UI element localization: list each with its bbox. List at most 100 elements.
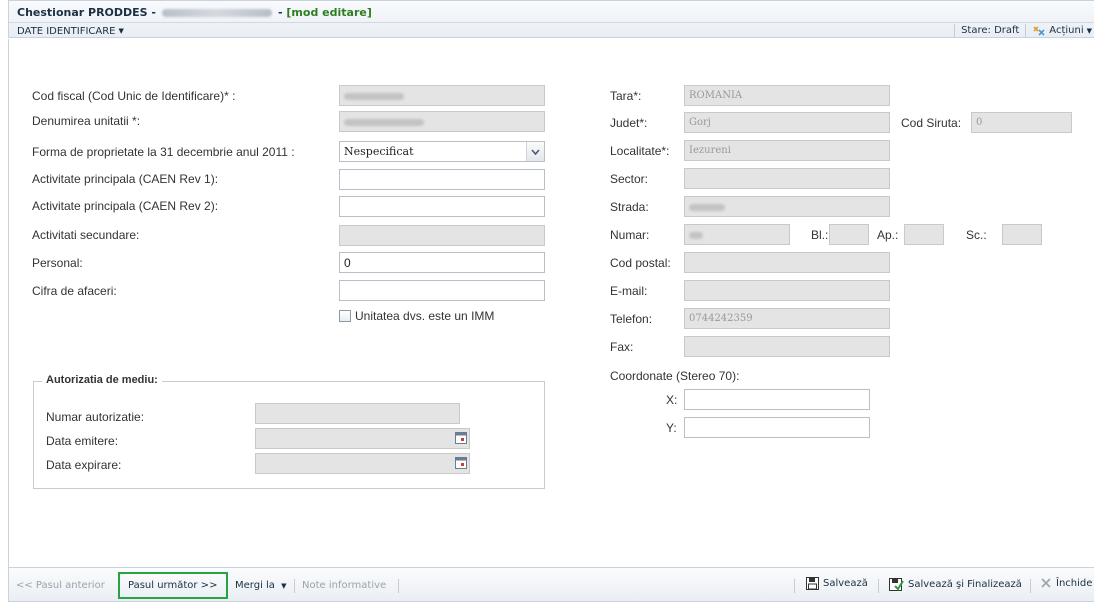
redacted-value [689,204,725,211]
personal-input[interactable]: 0 [339,252,545,273]
header-divider [9,22,1094,23]
prev-step-button[interactable]: << Pasul anterior [16,579,105,592]
redacted-unit-name [161,8,272,17]
save-label: Salvează [823,578,868,589]
caret-down-icon: ▼ [1086,26,1092,35]
autorizatie-mediu-legend: Autorizatia de mediu: [42,374,162,386]
fax-label: Fax: [610,340,634,354]
denumire-field [339,111,545,132]
save-button[interactable]: Salvează [806,577,868,590]
numar-autorizatie-label: Numar autorizatie: [46,410,145,424]
toolbar-separator [954,24,956,37]
cod-fiscal-label: Cod fiscal (Cod Unic de Identificare)* : [32,89,236,103]
forma-proprietate-label: Forma de proprietate la 31 decembrie anu… [32,145,295,159]
actions-menu[interactable]: Acțiuni ▼ [1032,25,1092,37]
telefon-field: 0744242359 [684,308,890,329]
scara-label: Sc.: [966,228,987,242]
actions-icon [1033,25,1045,36]
scara-field [1002,224,1042,245]
forma-proprietate-select[interactable]: Nespecificat [339,141,545,162]
toolbar-separator [294,579,295,593]
sector-label: Sector: [610,172,649,186]
activitati-secundare-label: Activitati secundare: [32,228,140,242]
caen1-input[interactable] [339,169,545,190]
toolbar-separator [1025,24,1027,37]
data-expirare-field [255,453,470,474]
toolbar-separator [398,579,399,593]
section-menu[interactable]: DATE IDENTIFICARE ▼ [17,24,124,38]
close-label: Închide [1056,577,1093,589]
coord-y-input[interactable] [684,417,870,438]
forma-proprietate-value: Nespecificat [344,145,414,158]
denumire-label: Denumirea unitatii *: [32,114,141,128]
tara-label: Tara*: [610,89,642,103]
cod-siruta-field: 0 [971,112,1072,133]
telefon-label: Telefon: [610,312,653,326]
toolbar-separator [1030,579,1031,593]
cifra-afaceri-input[interactable] [339,280,545,301]
save-icon [806,577,819,590]
goto-menu[interactable]: Mergi la ▼ [235,579,287,593]
caret-down-icon: ▼ [118,27,124,35]
judet-label: Judet*: [610,116,648,130]
caen2-label: Activitate principala (CAEN Rev 2): [32,199,219,213]
sector-field [684,168,890,189]
coord-x-input[interactable] [684,389,870,410]
actions-label: Acțiuni [1049,25,1084,36]
activitati-secundare-field [339,225,545,246]
caret-down-icon: ▼ [281,582,287,590]
personal-label: Personal: [32,256,83,270]
imm-checkbox-row[interactable]: Unitatea dvs. este un IMM [339,309,494,323]
calendar-icon[interactable] [455,432,467,444]
imm-checkbox[interactable] [339,310,351,322]
notes-button[interactable]: Note informative [302,579,386,592]
localitate-label: Localitate*: [610,144,670,158]
data-emitere-label: Data emitere: [46,434,119,448]
localitate-field: Iezureni [684,140,890,161]
apartament-label: Ap.: [877,228,899,242]
data-emitere-field [255,428,470,449]
title-prefix: Chestionar PRODDES - [17,6,156,19]
window-title: Chestionar PRODDES - - [mod editare] [17,4,372,21]
cod-postal-field [684,252,890,273]
status-area: Stare: Draft Acțiuni ▼ [948,23,1092,38]
redacted-value [344,119,424,126]
numar-label: Numar: [610,228,650,242]
save-finalize-button[interactable]: Salvează şi Finalizează [889,577,1022,591]
redacted-value [344,93,404,100]
close-icon [1041,578,1051,588]
numar-field [684,224,790,245]
cod-fiscal-field [339,85,545,106]
strada-field [684,196,890,217]
cifra-afaceri-label: Cifra de afaceri: [32,284,117,298]
close-button[interactable]: Închide [1040,577,1092,589]
section-menu-label: DATE IDENTIFICARE [17,25,116,37]
email-field [684,280,890,301]
status-label: Stare: Draft [961,25,1020,36]
bloc-label: Bl.: [811,228,829,242]
save-finalize-icon [889,578,904,591]
calendar-icon[interactable] [455,457,467,469]
autorizatie-mediu-group: Autorizatia de mediu: Numar autorizatie:… [33,374,545,489]
numar-autorizatie-field [255,403,460,424]
judet-field: Gorj [684,112,890,133]
bloc-field [829,224,869,245]
coord-x-label: X: [666,393,678,407]
imm-label: Unitatea dvs. este un IMM [355,309,495,323]
coordonate-label: Coordonate (Stereo 70): [610,369,740,383]
caen2-input[interactable] [339,196,545,217]
apartament-field [904,224,944,245]
next-step-button[interactable]: Pasul următor >> [128,579,217,592]
email-label: E-mail: [610,284,648,298]
fax-field [684,336,890,357]
form-content: Cod fiscal (Cod Unic de Identificare)* :… [8,39,1094,567]
redacted-value [689,232,703,239]
cod-postal-label: Cod postal: [610,256,671,270]
toolbar-separator [878,579,879,593]
caen1-label: Activitate principala (CAEN Rev 1): [32,172,219,186]
save-finalize-label: Salvează şi Finalizează [908,578,1022,590]
window-header: Chestionar PRODDES - - [mod editare] DAT… [8,0,1094,38]
title-separator: - [277,6,283,19]
coord-y-label: Y: [666,421,677,435]
dropdown-button[interactable] [526,142,544,161]
